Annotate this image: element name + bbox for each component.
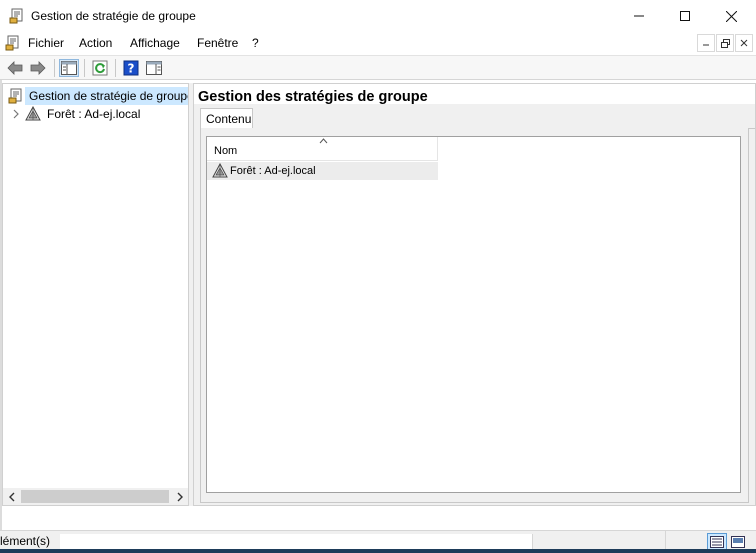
gpmc-console-icon xyxy=(8,88,24,104)
menu-affichage[interactable]: Affichage xyxy=(130,36,180,50)
scroll-right-arrow-icon[interactable] xyxy=(171,488,188,505)
tree-item-root-label: Gestion de stratégie de groupe xyxy=(29,89,189,103)
mdi-child-controls xyxy=(697,34,756,52)
action-pane-icon[interactable] xyxy=(144,59,164,77)
forest-icon xyxy=(25,105,41,122)
menu-help[interactable]: ? xyxy=(252,36,259,50)
maximize-button[interactable] xyxy=(662,0,708,32)
help-icon[interactable]: ? xyxy=(121,59,141,77)
details-pane: Gestion des stratégies de groupe Contenu… xyxy=(193,83,756,506)
forest-icon xyxy=(212,162,228,179)
tree-item-forest[interactable]: Forêt : Ad-ej.local xyxy=(3,105,188,123)
forward-arrow-icon[interactable] xyxy=(28,59,48,77)
mdi-minimize-button[interactable] xyxy=(697,34,715,52)
column-header-nom[interactable]: Nom xyxy=(207,137,438,161)
back-arrow-icon[interactable] xyxy=(5,59,25,77)
window-title: Gestion de stratégie de groupe xyxy=(31,9,196,23)
sort-ascending-icon xyxy=(319,136,328,146)
mdi-restore-button[interactable] xyxy=(716,34,734,52)
scroll-thumb[interactable] xyxy=(21,490,169,503)
menu-action[interactable]: Action xyxy=(79,36,112,50)
tree-horizontal-scrollbar[interactable] xyxy=(3,488,188,505)
toolbar-separator xyxy=(84,59,85,77)
taskbar-edge xyxy=(0,549,756,553)
tree-item-root[interactable]: Gestion de stratégie de groupe xyxy=(3,87,189,105)
show-hide-tree-icon[interactable] xyxy=(59,59,79,77)
tab-contenu[interactable]: Contenu xyxy=(200,108,253,129)
menu-fenetre[interactable]: Fenêtre xyxy=(197,36,238,50)
list-item[interactable]: Forêt : Ad-ej.local xyxy=(207,162,438,180)
tab-contenu-label: Contenu xyxy=(206,112,252,126)
status-text: lément(s) xyxy=(0,534,51,548)
list-item-label: Forêt : Ad-ej.local xyxy=(230,165,316,177)
minimize-button[interactable] xyxy=(616,0,662,32)
gpmc-console-icon[interactable] xyxy=(9,8,25,24)
details-title: Gestion des stratégies de groupe xyxy=(198,89,428,105)
menu-fichier[interactable]: Fichier xyxy=(28,36,64,50)
toolbar-separator xyxy=(54,59,55,77)
close-button[interactable] xyxy=(708,0,754,32)
scroll-left-arrow-icon[interactable] xyxy=(3,488,20,505)
menu-bar: Fichier Action Affichage Fenêtre ? xyxy=(0,32,756,54)
chevron-right-icon[interactable] xyxy=(11,108,21,120)
toolbar-separator xyxy=(115,59,116,77)
content-list-view[interactable]: Nom Forêt : Ad-ej.local xyxy=(206,136,741,493)
svg-text:?: ? xyxy=(128,62,135,76)
mdi-close-button[interactable] xyxy=(735,34,753,52)
column-header-nom-label: Nom xyxy=(214,145,238,157)
tree-item-forest-label: Forêt : Ad-ej.local xyxy=(47,107,141,121)
system-menu-icon[interactable] xyxy=(5,35,21,51)
title-bar: Gestion de stratégie de groupe xyxy=(0,0,756,32)
refresh-icon[interactable] xyxy=(90,59,110,77)
console-tree: Gestion de stratégie de groupe Forêt : A… xyxy=(2,83,189,506)
toolbar: ? xyxy=(0,55,756,80)
